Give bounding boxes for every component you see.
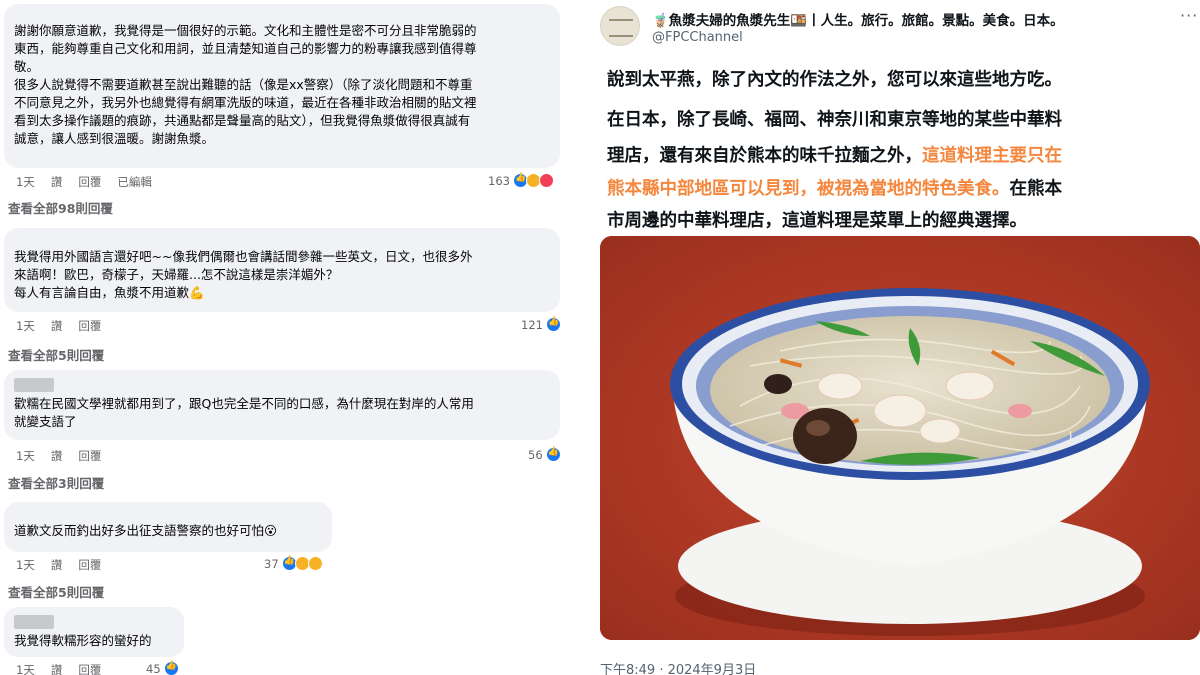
tweet-text-plain: 理店，還有來自於熊本的味千拉麵之外， [607, 146, 922, 166]
reply-button[interactable]: 回覆 [78, 557, 101, 573]
tweet-timestamp[interactable]: 下午8:49 · 2024年9月3日 [600, 659, 756, 675]
reaction-count: 45 [146, 661, 161, 675]
commenter-name-redacted[interactable] [14, 378, 54, 392]
comment-actions: 1天 讚 回覆 已編輯 [16, 174, 152, 190]
comment-time[interactable]: 1天 [16, 662, 35, 675]
reaction-summary[interactable]: 45 [146, 661, 179, 675]
comment-text: 誠意，讓人感到很溫暖。謝謝魚漿。 [14, 131, 215, 146]
tweet-text-line: 說到太平燕，除了內文的作法之外，您可以來這些地方吃。 [607, 70, 1062, 90]
reaction-summary[interactable]: 56 [528, 447, 561, 462]
tweet-author-name[interactable]: 🧋魚漿夫婦的魚漿先生🍱丨人生。旅行。旅館。景點。美食。日本。 [652, 9, 1064, 29]
comment-text: 就變支語了 [14, 414, 77, 429]
comment-bubble: 我覺得軟糯形容的蠻好的 [4, 607, 184, 657]
view-all-replies[interactable]: 查看全部5則回覆 [8, 345, 104, 364]
panel-divider [575, 0, 587, 675]
tweet-text-highlight: 熊本縣中部地區可以見到，被視為當地的特色美食。 [607, 179, 1010, 199]
comment-text: 每人有言論自由，魚漿不用道歉💪 [14, 285, 205, 300]
comment-time[interactable]: 1天 [16, 318, 35, 334]
comment-text: 來語啊！歐巴，奇檬子，天婦羅...怎不說這樣是崇洋媚外？ [14, 267, 339, 282]
reaction-count: 56 [528, 447, 543, 462]
reaction-summary[interactable]: 37 [264, 556, 323, 571]
comment-actions: 1天 讚 回覆 [16, 318, 101, 334]
reply-button[interactable]: 回覆 [78, 318, 101, 334]
comment-actions: 1天 讚 回覆 [16, 662, 101, 675]
tweet-text-line: 市周邊的中華料理店，這道料理是菜單上的經典選擇。 [607, 211, 1027, 231]
comment-time[interactable]: 1天 [16, 174, 35, 190]
like-button[interactable]: 讚 [51, 662, 63, 675]
reply-button[interactable]: 回覆 [78, 174, 101, 190]
like-icon [545, 447, 561, 462]
reaction-summary[interactable]: 121 [521, 317, 561, 332]
view-all-replies[interactable]: 查看全部98則回覆 [8, 198, 113, 217]
avatar[interactable] [600, 6, 640, 46]
like-button[interactable]: 讚 [51, 318, 63, 334]
like-button[interactable]: 讚 [51, 448, 63, 464]
comment-bubble: 歡糯在民國文學裡就都用到了，跟Q也完全是不同的口感，為什麼現在對岸的人常用 就變… [4, 370, 560, 440]
tweet-text-line: 在日本，除了長崎、福岡、神奈川和東京等地的某些中華料 [607, 110, 1062, 130]
comment-time[interactable]: 1天 [16, 448, 35, 464]
view-all-replies[interactable]: 查看全部3則回覆 [8, 473, 104, 492]
reaction-summary[interactable]: 163 [488, 173, 554, 188]
comment-text: 不同意見之外，我另外也總覺得有網軍洗版的味道，最近在各種非政治相關的貼文裡 [14, 95, 477, 110]
reaction-count: 163 [488, 173, 510, 188]
comment-text: 東西，能夠尊重自己文化和用詞，並且清楚知道自己的影響力的粉專讓我感到值得尊 [14, 41, 477, 56]
tweet-text-line: 熊本縣中部地區可以見到，被視為當地的特色美食。在熊本 [607, 175, 1192, 200]
reply-button[interactable]: 回覆 [78, 662, 101, 675]
tweet-author-handle[interactable]: @FPCChannel [652, 30, 743, 45]
comment-text: 看到太多操作議題的痕跡，共通點都是聲量高的貼文），但我覺得魚漿做得很真誠有 [14, 113, 471, 128]
more-icon[interactable]: ··· [1180, 6, 1198, 25]
like-button[interactable]: 讚 [51, 557, 63, 573]
heart-icon [538, 173, 554, 188]
comment-bubble: 我覺得用外國語言還好吧~~像我們偶爾也會講話間參雜一些英文，日文，也很多外 來語… [4, 228, 560, 312]
comment-text: 我覺得用外國語言還好吧~~像我們偶爾也會講話間參雜一些英文，日文，也很多外 [14, 249, 473, 264]
reaction-count: 37 [264, 556, 279, 571]
comment-thread: 謝謝你願意道歉，我覺得是一個很好的示範。文化和主體性是密不可分且非常脆弱的 東西… [0, 0, 575, 675]
food-photo [600, 236, 1200, 640]
comment-text: 道歉文反而釣出好多出征支語警察的也好可怕😮 [14, 523, 278, 538]
view-all-replies[interactable]: 查看全部5則回覆 [8, 582, 104, 601]
comment-actions: 1天 讚 回覆 [16, 448, 101, 464]
comment-actions: 1天 讚 回覆 [16, 557, 101, 573]
tweet-photo[interactable] [600, 236, 1200, 640]
tweet-text-plain: 在熊本 [1009, 179, 1063, 199]
comment-bubble: 謝謝你願意道歉，我覺得是一個很好的示範。文化和主體性是密不可分且非常脆弱的 東西… [4, 4, 560, 168]
comment-text: 敬。 [14, 59, 40, 74]
comment-bubble: 道歉文反而釣出好多出征支語警察的也好可怕😮 [4, 502, 332, 552]
comment-text: 謝謝你願意道歉，我覺得是一個很好的示範。文化和主體性是密不可分且非常脆弱的 [14, 23, 477, 38]
reaction-count: 121 [521, 317, 543, 332]
comment-text: 我覺得軟糯形容的蠻好的 [14, 633, 152, 648]
comment-text: 很多人說覺得不需要道歉甚至說出難聽的話（像是xx警察）（除了淡化問題和不尊重 [14, 77, 473, 92]
sad-icon [307, 556, 323, 571]
like-icon [545, 317, 561, 332]
like-icon [163, 661, 179, 675]
comment-time[interactable]: 1天 [16, 557, 35, 573]
commenter-name-redacted[interactable] [14, 615, 54, 629]
like-button[interactable]: 讚 [51, 174, 63, 190]
reply-button[interactable]: 回覆 [78, 448, 101, 464]
tweet-text-line: 理店，還有來自於熊本的味千拉麵之外，這道料理主要只在 [607, 142, 1192, 167]
comment-text: 歡糯在民國文學裡就都用到了，跟Q也完全是不同的口感，為什麼現在對岸的人常用 [14, 396, 474, 411]
edited-label: 已編輯 [117, 175, 152, 189]
tweet-text-highlight: 這道料理主要只在 [922, 146, 1062, 166]
